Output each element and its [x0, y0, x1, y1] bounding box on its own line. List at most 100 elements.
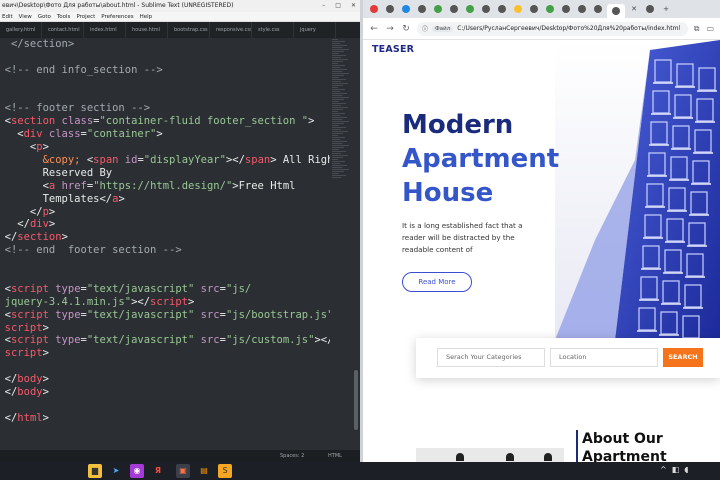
browser-tab[interactable]	[479, 3, 493, 15]
browser-tab[interactable]	[527, 3, 541, 15]
browser-tab-active[interactable]	[607, 4, 625, 18]
code-line[interactable]: </html>	[0, 412, 322, 425]
browser-tab[interactable]	[367, 3, 381, 15]
editor-tab[interactable]: contact.html	[42, 22, 84, 38]
chevron-up-icon[interactable]: ^	[660, 465, 667, 474]
url-text[interactable]: C:/Users/РусланСергеевич/Desktop/Фото%20…	[457, 25, 680, 32]
read-more-button[interactable]: Read More	[402, 272, 472, 292]
editor-tab[interactable]: house.html	[126, 22, 168, 38]
syntax-status[interactable]: HTML	[328, 450, 342, 462]
sublime-app-icon[interactable]: S	[218, 464, 232, 478]
editor-tab[interactable]: style.css	[252, 22, 294, 38]
code-line[interactable]	[0, 77, 322, 90]
menu-item-edit[interactable]: Edit	[2, 12, 13, 21]
code-line[interactable]: <!-- end footer section -->	[0, 244, 322, 257]
browser-tab[interactable]	[431, 3, 445, 15]
volume-icon[interactable]: ◖	[684, 465, 688, 474]
minimap-line	[332, 135, 338, 136]
code-line[interactable]: Reserved By	[0, 167, 322, 180]
code-line[interactable]	[0, 399, 322, 412]
browser-tab[interactable]	[559, 3, 573, 15]
code-line[interactable]: </div>	[0, 218, 322, 231]
site-logo[interactable]: TEASER	[372, 44, 414, 55]
search-button[interactable]: SEARCH	[663, 348, 703, 367]
editor-tab[interactable]: responsive.css	[210, 22, 252, 38]
editor-tab[interactable]: jquery	[294, 22, 336, 38]
browser-tab[interactable]	[543, 3, 557, 15]
code-line[interactable]: <!-- end info_section -->	[0, 64, 322, 77]
extensions-icon[interactable]: ⧉	[694, 24, 700, 34]
back-icon[interactable]: ←	[369, 24, 379, 34]
editor-tab[interactable]: index.html	[84, 22, 126, 38]
viber-icon[interactable]: ◉	[130, 464, 144, 478]
code-line[interactable]: </body>	[0, 373, 322, 386]
info-icon[interactable]: ⓘ	[422, 24, 428, 33]
code-editor[interactable]: </section> <!-- end info_section --> <!-…	[0, 38, 330, 450]
menu-item-view[interactable]: View	[19, 12, 32, 21]
code-line[interactable]: jquery-3.4.1.min.js"></script>	[0, 296, 322, 309]
address-bar[interactable]: ⓘ Файл C:/Users/РусланСергеевич/Desktop/…	[417, 21, 688, 36]
forward-icon[interactable]: →	[385, 24, 395, 34]
code-line[interactable]: &copy; <span id="displayYear"></span> Al…	[0, 154, 330, 167]
code-line[interactable]: </section>	[0, 231, 322, 244]
code-line[interactable]: </p>	[0, 206, 322, 219]
browser-tab[interactable]	[495, 3, 509, 15]
reload-icon[interactable]: ↻	[401, 24, 411, 34]
menu-item-preferences[interactable]: Preferences	[101, 12, 133, 21]
code-line[interactable]: <script type="text/javascript" src="js/c…	[0, 334, 330, 347]
browser-tab[interactable]	[447, 3, 461, 15]
indent-status[interactable]: Spaces: 2	[280, 450, 304, 462]
code-line[interactable]: </section>	[0, 38, 322, 51]
code-line[interactable]: </body>	[0, 386, 322, 399]
browser-tab[interactable]	[591, 3, 605, 15]
category-search-input[interactable]: Serach Your Categories	[437, 348, 545, 367]
menu-item-goto[interactable]: Goto	[38, 12, 51, 21]
code-line[interactable]: <div class="container">	[0, 128, 322, 141]
code-line[interactable]: <section class="container-fluid footer_s…	[0, 115, 322, 128]
telegram-icon[interactable]: ➤	[109, 464, 123, 478]
code-line[interactable]: <script type="text/javascript" src="js/	[0, 283, 322, 296]
code-line[interactable]	[0, 90, 322, 103]
code-line[interactable]	[0, 270, 322, 283]
browser-tab[interactable]	[643, 3, 657, 15]
code-line[interactable]: Templates</a>	[0, 193, 322, 206]
browser-tab[interactable]	[463, 3, 477, 15]
menu-item-help[interactable]: Help	[140, 12, 153, 21]
code-line[interactable]: <p>	[0, 141, 322, 154]
location-input[interactable]: Location	[550, 348, 658, 367]
menu-item-project[interactable]: Project	[76, 12, 95, 21]
browser-tab[interactable]	[399, 3, 413, 15]
code-line[interactable]: script>	[0, 322, 322, 335]
code-line[interactable]: <a href="https://html.design/">Free Html	[0, 180, 322, 193]
editor-tab[interactable]: gallery.html	[0, 22, 42, 38]
minimap-line	[332, 165, 347, 166]
file-explorer-icon[interactable]: ▆	[88, 464, 102, 478]
browser-tab[interactable]	[415, 3, 429, 15]
minimap-line	[332, 147, 344, 148]
yandex-browser-icon[interactable]: Я	[151, 464, 165, 478]
browser-tab[interactable]	[511, 3, 525, 15]
minimap[interactable]	[330, 38, 352, 450]
code-line[interactable]: script>	[0, 347, 322, 360]
code-line[interactable]	[0, 257, 322, 270]
maximize-icon[interactable]: □	[335, 0, 341, 12]
new-tab-icon[interactable]: +	[659, 3, 673, 15]
code-line[interactable]	[0, 360, 322, 373]
code-line[interactable]: <!-- footer section -->	[0, 102, 322, 115]
editor-tab[interactable]: bootstrap.css	[168, 22, 210, 38]
reading-list-icon[interactable]: ▭	[706, 24, 714, 34]
ftp-app-icon[interactable]: ▤	[197, 464, 211, 478]
browser-tab[interactable]	[575, 3, 589, 15]
editor-scrollbar[interactable]	[354, 370, 358, 430]
minimap-line	[332, 53, 339, 54]
code-line[interactable]	[0, 51, 322, 64]
code-line[interactable]: <script type="text/javascript" src="js/b…	[0, 309, 330, 322]
browser-tab[interactable]	[383, 3, 397, 15]
close-icon[interactable]: ✕	[351, 0, 356, 12]
close-tab-icon[interactable]: ✕	[627, 3, 641, 15]
network-icon[interactable]: ◧	[672, 465, 680, 474]
sublime-text-taskbar-icon[interactable]: ▣	[176, 464, 190, 478]
minimize-icon[interactable]: –	[322, 0, 325, 12]
menu-item-tools[interactable]: Tools	[57, 12, 71, 21]
minimap-line	[332, 81, 341, 82]
